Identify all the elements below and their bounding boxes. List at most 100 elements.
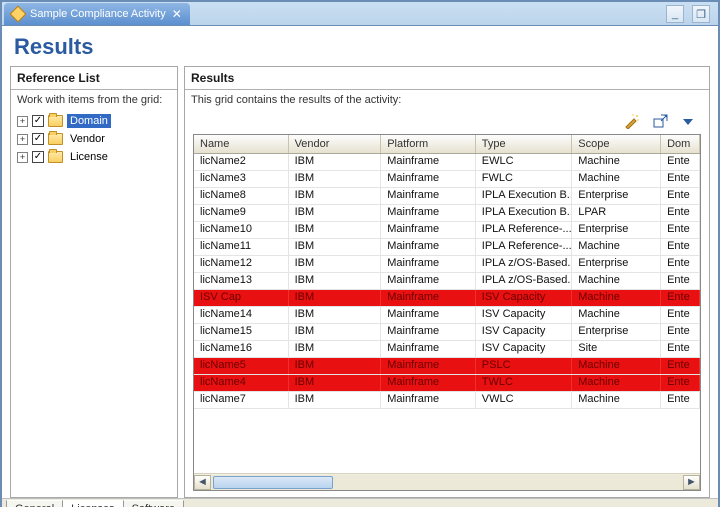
checkbox[interactable] (32, 151, 44, 163)
wizard-icon[interactable] (623, 112, 641, 130)
table-row[interactable]: licName10IBMMainframeIPLA Reference-...E… (194, 222, 700, 239)
checkbox[interactable] (32, 115, 44, 127)
results-hint: This grid contains the results of the ac… (191, 94, 703, 106)
table-row[interactable]: licName16IBMMainframeISV CapacitySiteEnt… (194, 341, 700, 358)
table-cell: licName10 (194, 222, 289, 238)
table-cell: Ente (661, 205, 700, 221)
table-cell: Machine (572, 358, 661, 374)
column-header-type[interactable]: Type (476, 135, 572, 153)
table-cell: licName5 (194, 358, 289, 374)
table-cell: ISV Capacity (476, 324, 572, 340)
table-cell: Mainframe (381, 341, 476, 357)
folder-icon (48, 115, 63, 127)
table-row[interactable]: licName2IBMMainframeEWLCMachineEnte (194, 154, 700, 171)
tree-node-label: Vendor (67, 132, 108, 146)
export-icon[interactable] (651, 112, 669, 130)
table-row[interactable]: licName7IBMMainframeVWLCMachineEnte (194, 392, 700, 409)
table-cell: IBM (289, 392, 382, 408)
bottom-tabbar: GeneralLicensesSoftware (2, 498, 718, 507)
table-cell: licName8 (194, 188, 289, 204)
column-header-vendor[interactable]: Vendor (289, 135, 382, 153)
table-cell: FWLC (476, 171, 572, 187)
tree-node-vendor[interactable]: + Vendor (17, 130, 171, 148)
table-cell: IPLA z/OS-Based... (476, 256, 572, 272)
table-cell: Ente (661, 392, 700, 408)
table-cell: Ente (661, 256, 700, 272)
folder-icon (48, 151, 63, 163)
table-cell: Ente (661, 358, 700, 374)
bottom-tab-software[interactable]: Software (123, 500, 184, 507)
table-cell: Ente (661, 273, 700, 289)
scroll-thumb[interactable] (213, 476, 333, 489)
close-icon[interactable]: ✕ (172, 8, 182, 20)
tree-node-license[interactable]: + License (17, 148, 171, 166)
table-row[interactable]: licName8IBMMainframeIPLA Execution B...E… (194, 188, 700, 205)
reference-list-title: Reference List (11, 67, 177, 90)
folder-icon (48, 133, 63, 145)
expand-icon[interactable]: + (17, 116, 28, 127)
grid-body[interactable]: licName2IBMMainframeEWLCMachineEntelicNa… (194, 154, 700, 473)
view-menu-button[interactable] (679, 112, 697, 130)
results-title: Results (185, 67, 709, 90)
table-row[interactable]: licName5IBMMainframePSLCMachineEnte (194, 358, 700, 375)
table-cell: LPAR (572, 205, 661, 221)
table-cell: Enterprise (572, 256, 661, 272)
scroll-track[interactable] (211, 475, 683, 490)
results-grid: Name Vendor Platform Type Scope Dom licN… (193, 134, 701, 491)
scroll-right-button[interactable]: ► (683, 475, 700, 490)
table-cell: Machine (572, 239, 661, 255)
app-panel: Sample Compliance Activity ✕ _ ❐ Results… (0, 0, 720, 507)
table-row[interactable]: licName11IBMMainframeIPLA Reference-...M… (194, 239, 700, 256)
tree-node-domain[interactable]: + Domain (17, 112, 171, 130)
table-cell: Ente (661, 188, 700, 204)
table-row[interactable]: licName13IBMMainframeIPLA z/OS-Based...M… (194, 273, 700, 290)
table-cell: EWLC (476, 154, 572, 170)
table-cell: licName3 (194, 171, 289, 187)
table-cell: licName14 (194, 307, 289, 323)
diamond-icon (10, 6, 27, 23)
table-cell: IPLA Reference-... (476, 222, 572, 238)
table-cell: ISV Capacity (476, 341, 572, 357)
tree-node-label: License (67, 150, 111, 164)
table-cell: VWLC (476, 392, 572, 408)
minimize-button[interactable]: _ (666, 5, 684, 23)
table-cell: Mainframe (381, 171, 476, 187)
table-row[interactable]: licName3IBMMainframeFWLCMachineEnte (194, 171, 700, 188)
table-row[interactable]: licName15IBMMainframeISV CapacityEnterpr… (194, 324, 700, 341)
table-cell: IPLA Execution B... (476, 205, 572, 221)
expand-icon[interactable]: + (17, 134, 28, 145)
column-header-platform[interactable]: Platform (381, 135, 476, 153)
table-cell: Machine (572, 375, 661, 391)
table-cell: PSLC (476, 358, 572, 374)
maximize-button[interactable]: ❐ (692, 5, 710, 23)
checkbox[interactable] (32, 133, 44, 145)
bottom-tab-licenses[interactable]: Licenses (62, 500, 123, 507)
column-header-scope[interactable]: Scope (572, 135, 661, 153)
table-cell: Machine (572, 290, 661, 306)
horizontal-scrollbar[interactable]: ◄ ► (194, 473, 700, 490)
table-row[interactable]: licName12IBMMainframeIPLA z/OS-Based...E… (194, 256, 700, 273)
table-cell: IBM (289, 358, 382, 374)
column-header-name[interactable]: Name (194, 135, 289, 153)
table-cell: Mainframe (381, 273, 476, 289)
table-cell: IPLA Reference-... (476, 239, 572, 255)
bottom-tab-general[interactable]: General (6, 500, 63, 507)
table-cell: ISV Capacity (476, 307, 572, 323)
column-header-domain[interactable]: Dom (661, 135, 700, 153)
table-row[interactable]: licName4IBMMainframeTWLCMachineEnte (194, 375, 700, 392)
table-cell: IBM (289, 188, 382, 204)
table-row[interactable]: ISV CapIBMMainframeISV CapacityMachineEn… (194, 290, 700, 307)
view-tab-sample-compliance[interactable]: Sample Compliance Activity ✕ (4, 3, 190, 25)
table-cell: Ente (661, 307, 700, 323)
table-cell: Mainframe (381, 222, 476, 238)
table-cell: IBM (289, 341, 382, 357)
scroll-left-button[interactable]: ◄ (194, 475, 211, 490)
table-cell: IBM (289, 273, 382, 289)
table-row[interactable]: licName14IBMMainframeISV CapacityMachine… (194, 307, 700, 324)
table-cell: licName12 (194, 256, 289, 272)
table-cell: licName11 (194, 239, 289, 255)
table-cell: Ente (661, 222, 700, 238)
table-row[interactable]: licName9IBMMainframeIPLA Execution B...L… (194, 205, 700, 222)
expand-icon[interactable]: + (17, 152, 28, 163)
view-tab-label: Sample Compliance Activity (30, 8, 166, 20)
